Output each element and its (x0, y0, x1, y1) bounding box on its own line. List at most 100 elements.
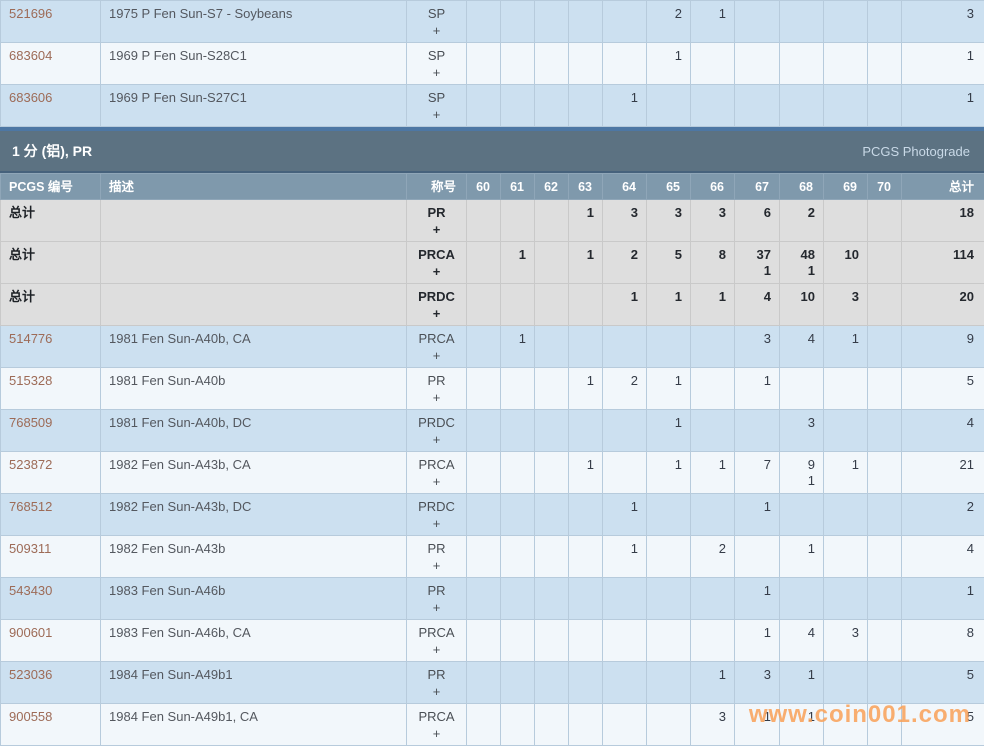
designation-label: PR (427, 541, 445, 556)
column-header-grade-69: 69 (824, 174, 868, 200)
grade-65-count-cell (647, 326, 691, 368)
table-row: 5093111982 Fen Sun-A43bPR+1214 (1, 536, 984, 578)
grade-67-count-cell: 1 (735, 578, 780, 620)
grade-69-count-cell: 3 (824, 620, 868, 662)
totals-row: 总计PRDC+111410320 (1, 284, 984, 326)
grade-65-count-cell (647, 704, 691, 746)
grade-62-count-cell (535, 242, 569, 284)
designation-label: SP (428, 48, 445, 63)
grade-64-count-cell: 1 (603, 85, 647, 127)
pcgs-number-link[interactable]: 543430 (9, 583, 52, 598)
grade-68-count-cell: 9 1 (780, 452, 824, 494)
grade-60-count-cell (467, 620, 501, 662)
pcgs-number-link[interactable]: 768512 (9, 499, 52, 514)
grade-65-count-cell: 3 (647, 200, 691, 242)
grade-67-count-cell (735, 43, 780, 85)
designation-cell: PR+ (407, 536, 467, 578)
pcgs-number-link[interactable]: 509311 (9, 541, 51, 556)
designation-label: PRCA (418, 625, 454, 640)
table-row: 6836061969 P Fen Sun-S27C1SP+11 (1, 85, 984, 127)
designation-label: PR (427, 373, 445, 388)
grade-60-count-cell (467, 85, 501, 127)
grade-69-count-cell: 1 (824, 326, 868, 368)
grade-65-count-cell: 1 (647, 410, 691, 452)
grade-68-count-cell: 1 (780, 536, 824, 578)
grade-65-count-cell: 1 (647, 284, 691, 326)
grade-69-count-cell (824, 704, 868, 746)
grade-62-count-cell (535, 452, 569, 494)
grade-65-count-cell: 1 (647, 452, 691, 494)
grade-66-count-cell: 3 (691, 200, 735, 242)
grade-63-count-cell: 1 (569, 368, 603, 410)
grade-66-count-cell: 2 (691, 536, 735, 578)
plus-designation-label: + (409, 22, 464, 39)
section-title: 1 分 (铝), PR (12, 141, 92, 161)
grade-63-count-cell (569, 284, 603, 326)
grade-64-count-cell (603, 662, 647, 704)
total-count-cell: 3 (902, 1, 984, 43)
grade-69-count-cell (824, 200, 868, 242)
pcgs-number-link[interactable]: 515328 (9, 373, 52, 388)
grade-67-count-cell: 1 (735, 620, 780, 662)
designation-label: SP (428, 6, 445, 21)
total-count-cell: 114 (902, 242, 984, 284)
total-count-cell: 1 (902, 578, 984, 620)
total-count-cell: 5 (902, 704, 984, 746)
column-header-grade-68: 68 (780, 174, 824, 200)
pcgs-photograde-link[interactable]: PCGS Photograde (862, 144, 970, 159)
table-row: 5153281981 Fen Sun-A40bPR+12115 (1, 368, 984, 410)
pcgs-number-link[interactable]: 683606 (9, 90, 52, 105)
grade-67-count-cell (735, 1, 780, 43)
grade-60-count-cell (467, 494, 501, 536)
designation-label: PRCA (418, 331, 454, 346)
grade-66-count-cell (691, 578, 735, 620)
coin-description: 1982 Fen Sun-A43b, DC (101, 494, 407, 536)
grade-67-count-cell: 7 (735, 452, 780, 494)
coin-description: 1981 Fen Sun-A40b (101, 368, 407, 410)
designation-label: PR (427, 205, 445, 220)
grade-62-count-cell (535, 85, 569, 127)
total-count-cell: 9 (902, 326, 984, 368)
grade-64-count-cell (603, 326, 647, 368)
grade-62-count-cell (535, 494, 569, 536)
totals-label: 总计 (9, 289, 35, 304)
pcgs-number-link[interactable]: 768509 (9, 415, 52, 430)
coin-description: 1981 Fen Sun-A40b, DC (101, 410, 407, 452)
column-header-total: 总计 (902, 174, 984, 200)
grade-61-count-cell (501, 200, 535, 242)
grade-66-count-cell (691, 85, 735, 127)
grade-70-count-cell (868, 368, 902, 410)
designation-cell: PR+ (407, 578, 467, 620)
designation-label: PRDC (418, 499, 455, 514)
grade-64-count-cell: 2 (603, 368, 647, 410)
designation-cell: PRDC+ (407, 494, 467, 536)
grade-67-count-cell (735, 410, 780, 452)
designation-cell: PRCA+ (407, 620, 467, 662)
pcgs-number-link[interactable]: 523872 (9, 457, 52, 472)
grade-61-count-cell (501, 85, 535, 127)
grade-70-count-cell (868, 410, 902, 452)
pcgs-number-link[interactable]: 683604 (9, 48, 52, 63)
designation-label: PRCA (418, 709, 454, 724)
grade-63-count-cell (569, 1, 603, 43)
total-count-cell: 18 (902, 200, 984, 242)
coin-description: 1981 Fen Sun-A40b, CA (101, 326, 407, 368)
plus-designation-label: + (409, 431, 464, 448)
total-count-cell: 20 (902, 284, 984, 326)
grade-64-count-cell (603, 1, 647, 43)
pcgs-number-link[interactable]: 523036 (9, 667, 52, 682)
grade-69-count-cell: 1 (824, 452, 868, 494)
grade-66-count-cell (691, 620, 735, 662)
pcgs-number-link[interactable]: 514776 (9, 331, 52, 346)
pcgs-number-link[interactable]: 900601 (9, 625, 52, 640)
designation-cell: PR+ (407, 662, 467, 704)
plus-designation-label: + (409, 305, 464, 322)
grade-66-count-cell (691, 368, 735, 410)
pcgs-number-link[interactable]: 900558 (9, 709, 52, 724)
grade-60-count-cell (467, 43, 501, 85)
grade-64-count-cell (603, 43, 647, 85)
grade-60-count-cell (467, 578, 501, 620)
column-header-row: PCGS 编号描述称号6061626364656667686970总计 (1, 174, 984, 200)
grade-69-count-cell (824, 410, 868, 452)
pcgs-number-link[interactable]: 521696 (9, 6, 52, 21)
